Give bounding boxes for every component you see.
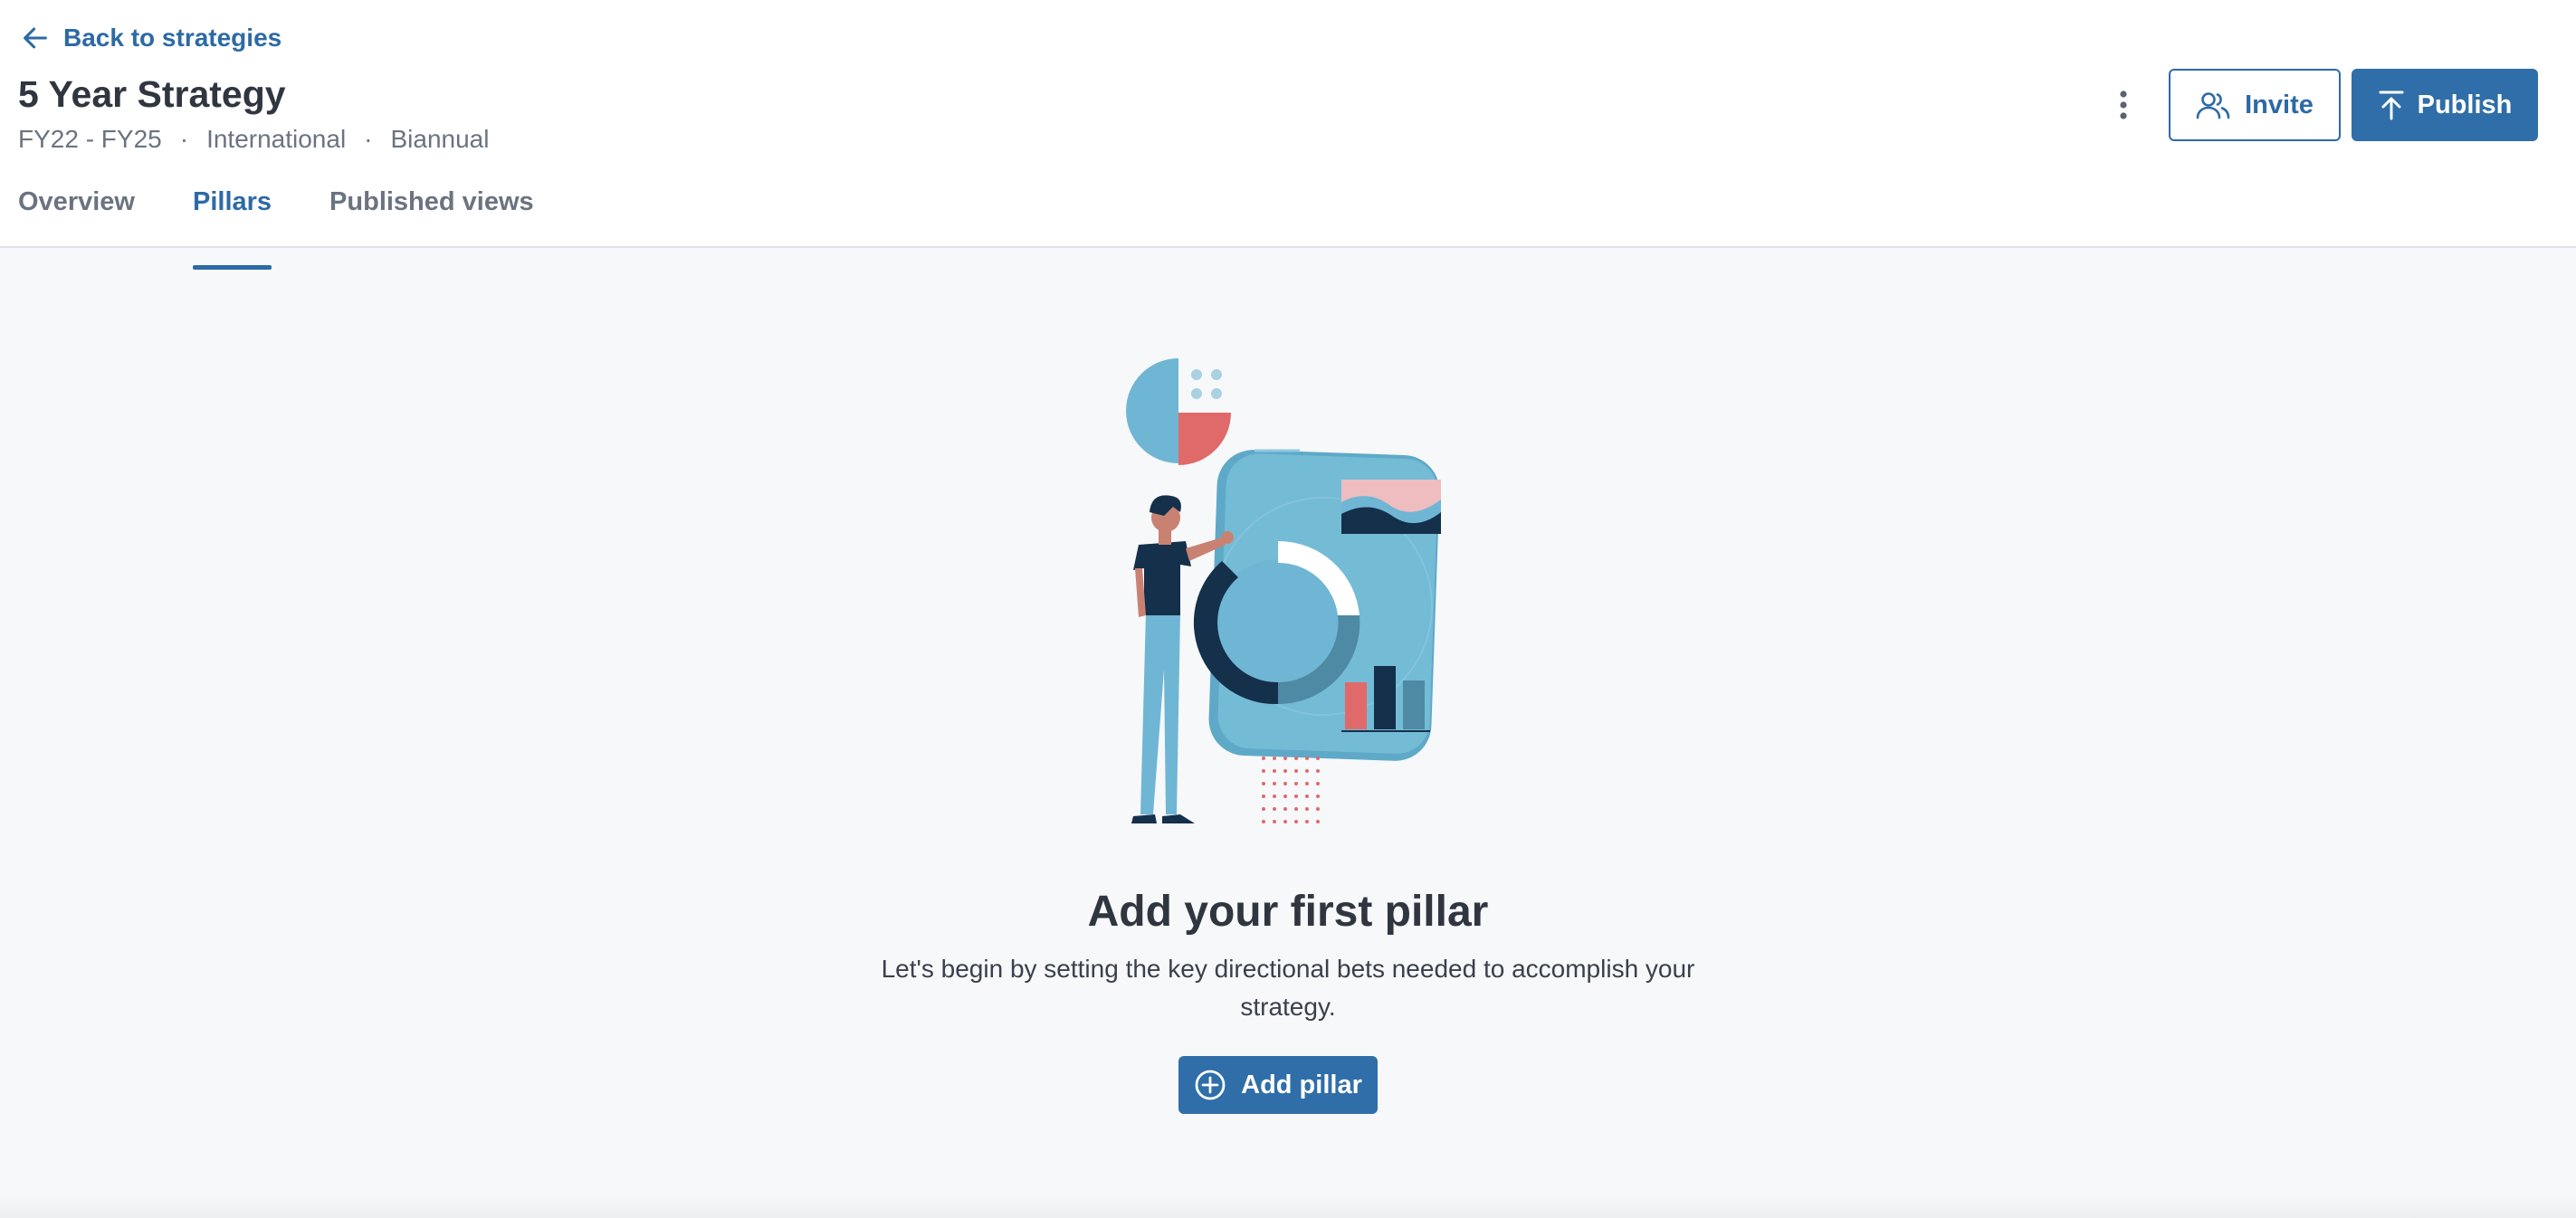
add-pillar-button[interactable]: Add pillar — [1178, 1056, 1378, 1114]
arrow-left-icon — [24, 27, 47, 49]
page-title: 5 Year Strategy — [18, 73, 286, 115]
tab-bar: Overview Pillars Published views — [18, 177, 534, 270]
back-to-strategies-link[interactable]: Back to strategies — [20, 20, 281, 56]
empty-state-description: Let's begin by setting the key direction… — [881, 955, 1695, 1021]
invite-label: Invite — [2245, 90, 2314, 119]
empty-state-title: Add your first pillar — [1087, 888, 1489, 936]
tab-published-views[interactable]: Published views — [329, 177, 534, 248]
users-icon — [2196, 92, 2230, 119]
donut-chart-graphic — [1193, 540, 1360, 705]
pie-chart-graphic — [1126, 358, 1231, 465]
publish-button[interactable]: Publish — [2352, 69, 2538, 141]
add-pillar-label: Add pillar — [1241, 1070, 1362, 1099]
tab-pillars[interactable]: Pillars — [192, 177, 272, 270]
meta-cadence: Biannual — [390, 125, 490, 153]
dots-pattern-graphic — [1262, 756, 1320, 823]
page-header: Back to strategies 5 Year Strategy FY22 … — [0, 0, 2576, 270]
meta-separator: · — [179, 125, 189, 153]
plus-circle-icon — [1195, 1070, 1226, 1100]
tab-overview[interactable]: Overview — [18, 177, 135, 248]
more-options-button[interactable] — [2102, 81, 2145, 128]
meta-period: FY22 - FY25 — [18, 125, 162, 153]
strategy-illustration — [1126, 358, 1441, 823]
bottom-shadow — [0, 1193, 2576, 1218]
wave-card-graphic — [1341, 480, 1441, 534]
meta-separator: · — [364, 125, 373, 153]
publish-label: Publish — [2417, 90, 2513, 119]
strategy-meta: FY22 - FY25 · International · Biannual — [18, 121, 489, 157]
vertical-dots-icon — [2120, 90, 2127, 119]
upload-icon — [2379, 90, 2404, 120]
invite-button[interactable]: Invite — [2169, 69, 2341, 141]
back-link-label: Back to strategies — [63, 24, 282, 52]
meta-region: International — [206, 125, 347, 153]
